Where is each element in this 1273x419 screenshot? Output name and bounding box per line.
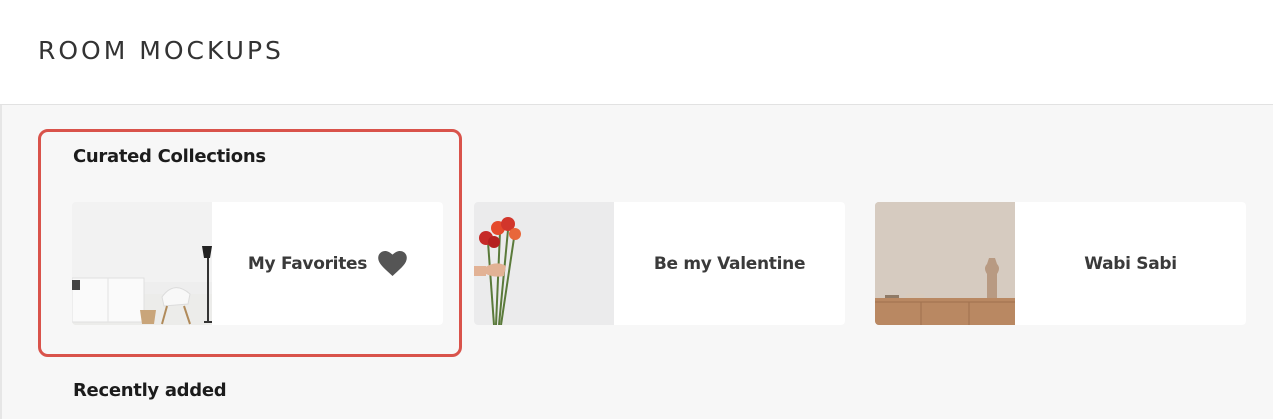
- collection-thumbnail-wabi-sabi: [875, 202, 1015, 325]
- curated-collections-heading: Curated Collections: [73, 146, 266, 167]
- collection-label-be-my-valentine: Be my Valentine: [614, 202, 845, 325]
- collection-card-my-favorites[interactable]: My Favorites: [72, 202, 443, 325]
- collection-card-wabi-sabi[interactable]: Wabi Sabi: [875, 202, 1246, 325]
- recently-added-heading: Recently added: [73, 380, 227, 401]
- page-header: ROOM MOCKUPS: [0, 0, 1273, 105]
- collection-label-my-favorites: My Favorites: [212, 202, 443, 325]
- collection-card-be-my-valentine[interactable]: Be my Valentine: [474, 202, 845, 325]
- collection-thumbnail-be-my-valentine: [474, 202, 614, 325]
- collection-title: Wabi Sabi: [1084, 253, 1177, 274]
- heart-icon[interactable]: [378, 251, 407, 276]
- collection-thumbnail-my-favorites: [72, 202, 212, 325]
- collection-label-wabi-sabi: Wabi Sabi: [1015, 202, 1246, 325]
- collection-title: My Favorites: [247, 253, 368, 274]
- page-title: ROOM MOCKUPS: [38, 36, 284, 65]
- collection-title: Be my Valentine: [653, 253, 806, 274]
